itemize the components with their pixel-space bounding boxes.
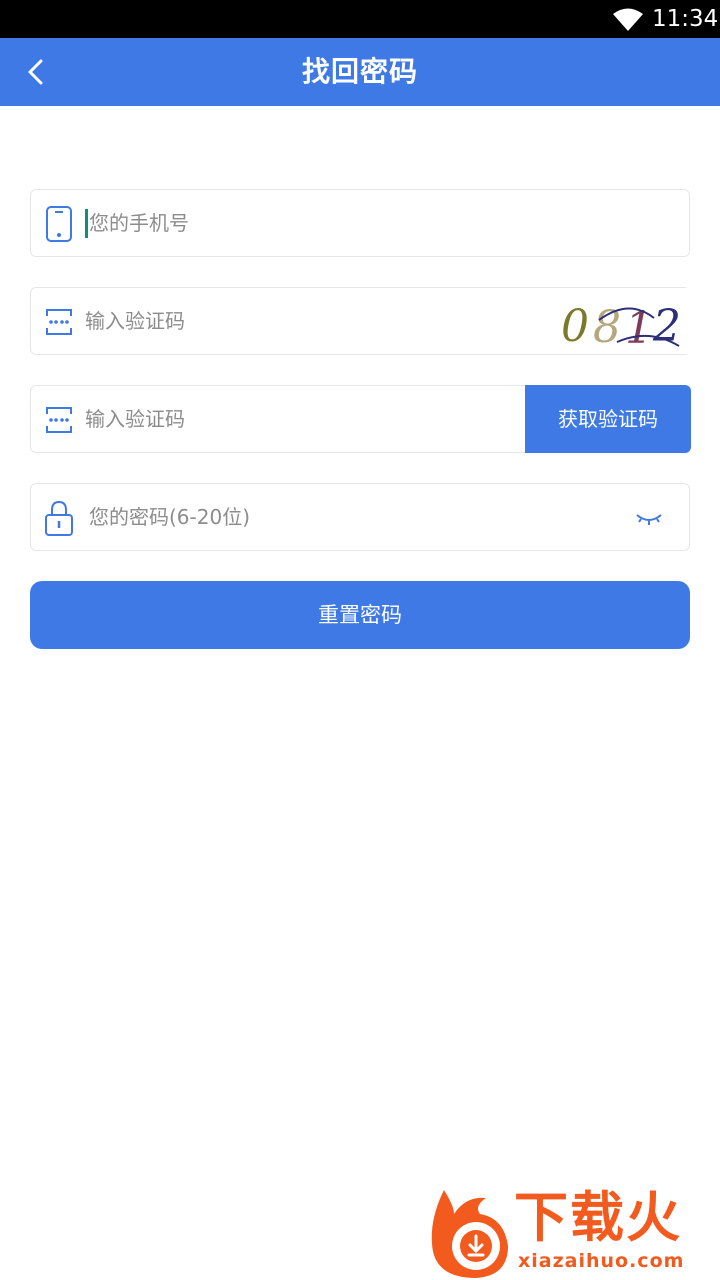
watermark-subtitle: xiazaihuo.com xyxy=(518,1250,685,1272)
app-bar: 找回密码 xyxy=(0,38,720,106)
phone-placeholder: 您的手机号 xyxy=(89,211,189,235)
lock-icon xyxy=(45,500,73,536)
page-title: 找回密码 xyxy=(301,55,418,88)
watermark-title: 下载火 xyxy=(514,1186,682,1249)
svg-text:0: 0 xyxy=(561,301,589,352)
captcha-placeholder: 输入验证码 xyxy=(85,309,185,333)
sms-code-placeholder: 输入验证码 xyxy=(85,407,185,431)
reset-password-button[interactable]: 重置密码 xyxy=(30,581,690,649)
password-placeholder: 您的密码(6-20位) xyxy=(89,505,250,529)
password-field[interactable]: 您的密码(6-20位) xyxy=(30,483,690,551)
watermark: 下载火 xiazaihuo.com xyxy=(424,1184,716,1280)
keypad-icon xyxy=(46,407,72,433)
status-bar: 11:34 xyxy=(0,0,720,38)
text-cursor xyxy=(85,209,88,238)
phone-field[interactable]: 您的手机号 xyxy=(30,189,690,257)
wifi-icon xyxy=(613,8,643,31)
sms-code-field[interactable]: 输入验证码 获取验证码 xyxy=(30,385,691,453)
status-time: 11:34 xyxy=(652,6,719,32)
keypad-icon xyxy=(46,309,72,335)
flame-logo-icon xyxy=(431,1190,508,1278)
get-code-button[interactable]: 获取验证码 xyxy=(525,385,691,453)
captcha-image[interactable]: 0 8 1 2 xyxy=(559,288,690,354)
captcha-field[interactable]: 输入验证码 0 8 1 2 xyxy=(30,287,690,355)
phone-icon xyxy=(46,206,72,242)
eye-closed-icon[interactable] xyxy=(631,506,667,530)
